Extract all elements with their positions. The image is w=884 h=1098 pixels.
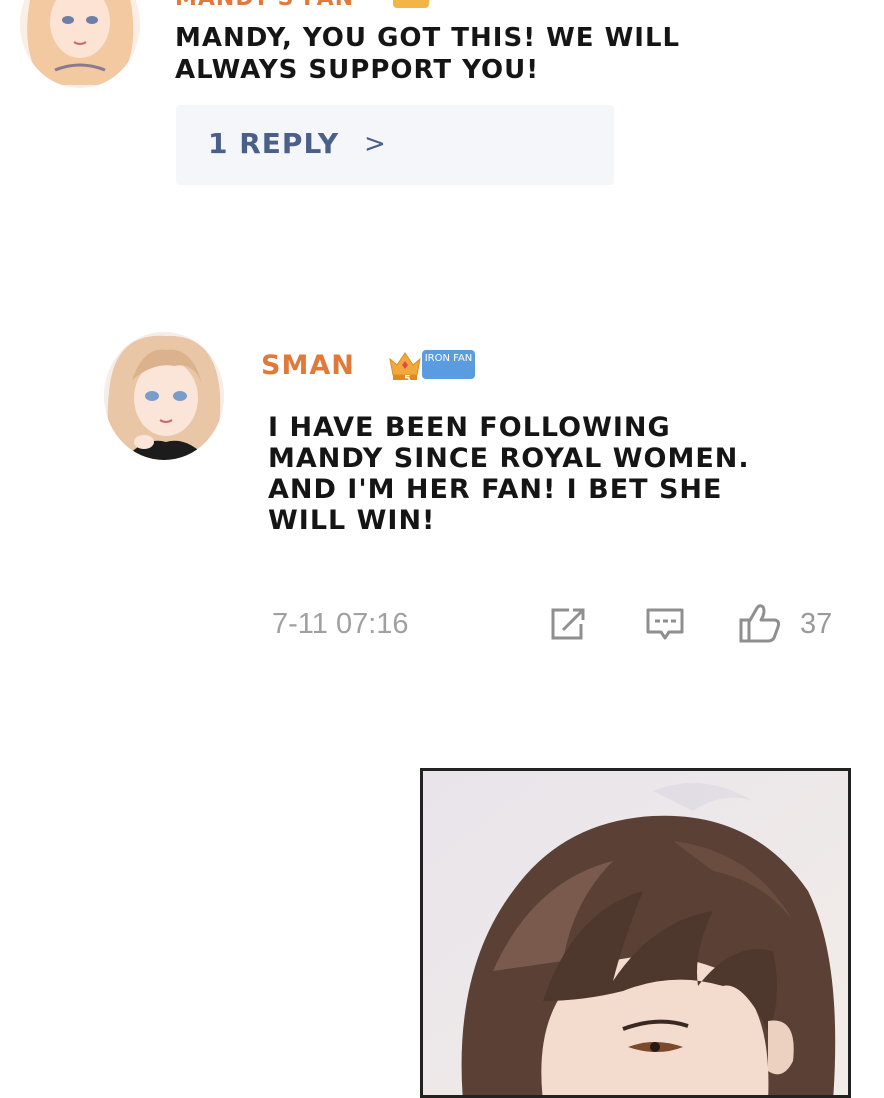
chevron-right-icon: > (364, 129, 386, 159)
commenter-username[interactable]: SMAN (261, 350, 355, 381)
thumbs-up-icon[interactable] (738, 602, 782, 644)
fan-level-badge: IRON FAN (422, 350, 475, 379)
comment-icon[interactable] (645, 606, 685, 642)
badge-level: 5 (404, 374, 411, 383)
reply-count-label: 1 REPLY (208, 127, 340, 160)
crown-icon: 5 (387, 347, 423, 385)
top-comment-text: MANDY, YOU GOT THIS! WE WILL ALWAYS SUPP… (175, 23, 681, 85)
comment-timestamp: 7-11 07:16 (272, 608, 409, 640)
view-replies-button[interactable]: 1 REPLY > (176, 105, 614, 185)
comic-panel-image (420, 768, 851, 1098)
fan-badge-icon (393, 0, 429, 8)
like-count: 37 (800, 608, 833, 640)
share-icon[interactable] (549, 606, 589, 642)
avatar-commenter[interactable] (104, 332, 224, 460)
comment-text: I HAVE BEEN FOLLOWING MANDY SINCE ROYAL … (268, 412, 750, 536)
top-commenter-username[interactable]: MANDY'S FAN (175, 0, 354, 11)
avatar-top-commenter[interactable] (20, 0, 140, 88)
